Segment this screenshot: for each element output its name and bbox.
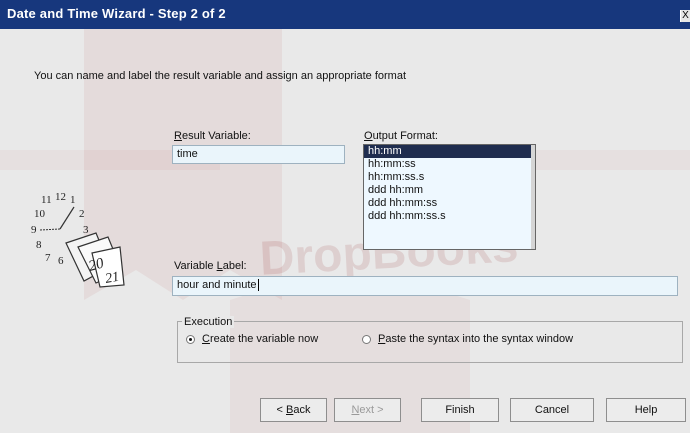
create-now-label: Create the variable now (202, 333, 319, 345)
clock-number: 7 (45, 252, 51, 264)
next-button[interactable]: Next > (334, 398, 401, 422)
paste-syntax-label: Paste the syntax into the syntax window (378, 333, 574, 345)
list-item[interactable]: ddd hh:mm:ss.s (364, 210, 535, 223)
paste-syntax-radio[interactable]: Paste the syntax into the syntax window (362, 333, 573, 345)
wizard-window: DropBooks Date and Time Wizard - Step 2 … (0, 0, 690, 433)
output-format-label: Output Format: (364, 130, 438, 142)
window-title: Date and Time Wizard - Step 2 of 2 (7, 6, 226, 21)
variable-label-input[interactable]: hour and minute (172, 276, 678, 296)
clock-number: 3 (83, 224, 89, 236)
list-item[interactable]: ddd hh:mm:ss (364, 197, 535, 210)
clock-number: 11 (41, 194, 52, 206)
close-button[interactable]: X (680, 10, 690, 22)
cancel-button[interactable]: Cancel (510, 398, 594, 422)
radio-checked-icon (186, 334, 195, 344)
clock-number: 9 (31, 224, 37, 236)
list-item[interactable]: ddd hh:mm (364, 184, 535, 197)
output-format-list[interactable]: hh:mm hh:mm:ss hh:mm:ss.s ddd hh:mm ddd … (363, 144, 536, 250)
help-button[interactable]: Help (606, 398, 686, 422)
title-bar: Date and Time Wizard - Step 2 of 2 X (0, 0, 690, 29)
list-item[interactable]: hh:mm (364, 145, 535, 158)
create-now-radio[interactable]: Create the variable now (186, 333, 318, 345)
clock-hand-minute (59, 206, 75, 230)
close-icon: X (682, 10, 689, 21)
radio-unchecked-icon (362, 334, 371, 344)
clock-number: 10 (34, 208, 46, 220)
clock-number: 6 (58, 255, 64, 267)
result-variable-label: Result Variable: (174, 130, 251, 142)
calendar-page-number: 21 (104, 270, 120, 287)
clock-calendar-illustration: 11 12 1 10 2 9 3 8 7 6 20 21 (31, 191, 125, 288)
finish-button[interactable]: Finish (421, 398, 499, 422)
list-item[interactable]: hh:mm:ss (364, 158, 535, 171)
variable-label-label: Variable Label: (174, 260, 247, 272)
clock-hand-hour (39, 228, 61, 231)
back-button[interactable]: < Back (260, 398, 327, 422)
text-cursor (257, 279, 259, 291)
calendar-pages-icon: 20 21 (65, 232, 125, 288)
intro-text: You can name and label the result variab… (34, 70, 407, 82)
execution-group-title: Execution (182, 316, 235, 328)
clock-number: 12 (55, 191, 66, 203)
clock-number: 8 (36, 239, 42, 251)
result-variable-input[interactable]: time (172, 145, 345, 164)
list-item[interactable]: hh:mm:ss.s (364, 171, 535, 184)
clock-number: 1 (70, 194, 76, 206)
list-scrollbar[interactable] (531, 145, 535, 249)
clock-number: 2 (79, 208, 85, 220)
